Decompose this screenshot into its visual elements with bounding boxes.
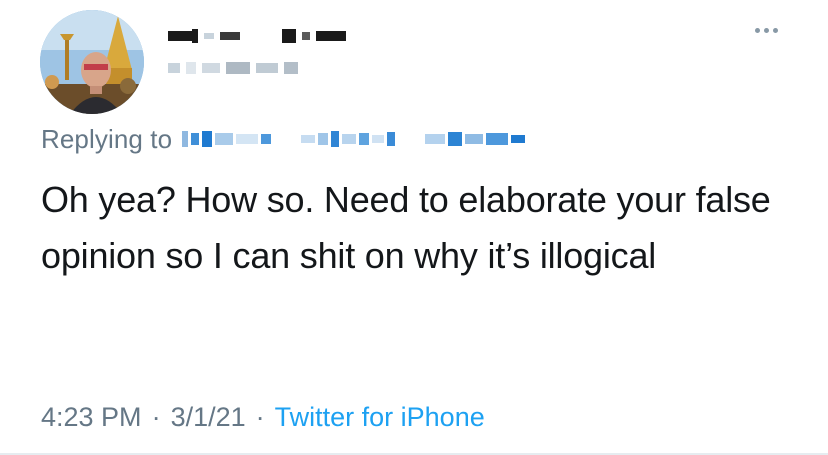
tweet-text: Oh yea? How so. Need to elaborate your f…	[41, 179, 771, 276]
more-horizontal-icon[interactable]	[755, 28, 778, 33]
redaction-block	[331, 131, 340, 147]
redaction-block	[202, 131, 213, 147]
reply-handle-redacted[interactable]	[182, 131, 272, 147]
redaction-block	[220, 32, 240, 40]
redaction-block	[182, 131, 189, 147]
redaction-block	[284, 62, 298, 74]
redaction-block	[387, 132, 396, 146]
more-dot	[764, 28, 769, 33]
redaction-block	[168, 63, 180, 73]
tweet-date[interactable]: 3/1/21	[171, 402, 246, 433]
redaction-block	[236, 134, 259, 144]
more-dot	[773, 28, 778, 33]
redaction-block	[316, 31, 346, 41]
redaction-block	[256, 63, 278, 73]
tweet-card: Replying to Oh yea? How so. Need to elab…	[0, 0, 828, 455]
redaction-block	[372, 135, 385, 143]
redaction-block	[511, 135, 526, 143]
replying-to-line: Replying to	[41, 121, 526, 157]
redaction-block	[301, 135, 316, 143]
reply-handle-redacted[interactable]	[425, 132, 526, 146]
reply-handle-redacted[interactable]	[301, 131, 396, 147]
redaction-block	[202, 63, 220, 73]
redaction-block	[425, 134, 446, 144]
meta-separator: ·	[255, 402, 265, 432]
redaction-block	[261, 134, 272, 144]
replying-to-label: Replying to	[41, 123, 173, 154]
redaction-block	[486, 133, 509, 145]
avatar-image	[40, 10, 144, 114]
redaction-block	[465, 134, 484, 144]
redaction-block	[191, 133, 200, 145]
handle-redacted[interactable]	[168, 62, 298, 74]
redaction-block	[448, 132, 463, 146]
avatar[interactable]	[40, 10, 144, 114]
tweet-time[interactable]: 4:23 PM	[41, 402, 142, 433]
redaction-block	[215, 133, 234, 145]
tweet-metadata: 4:23 PM · 3/1/21 · Twitter for iPhone	[41, 402, 485, 433]
redaction-block	[186, 62, 196, 74]
redaction-block	[282, 29, 296, 43]
redaction-block	[318, 133, 329, 145]
redaction-block	[168, 31, 192, 41]
redaction-block	[359, 133, 370, 145]
redaction-block	[246, 34, 276, 38]
redaction-block	[192, 29, 198, 43]
meta-separator: ·	[151, 402, 161, 432]
reply-handles	[182, 131, 526, 147]
more-dot	[755, 28, 760, 33]
tweet-source-link[interactable]: Twitter for iPhone	[275, 402, 485, 433]
display-name-redacted[interactable]	[168, 29, 346, 43]
redaction-block	[204, 33, 214, 39]
redaction-block	[302, 32, 310, 40]
redaction-block	[226, 62, 250, 74]
redaction-block	[342, 134, 357, 144]
